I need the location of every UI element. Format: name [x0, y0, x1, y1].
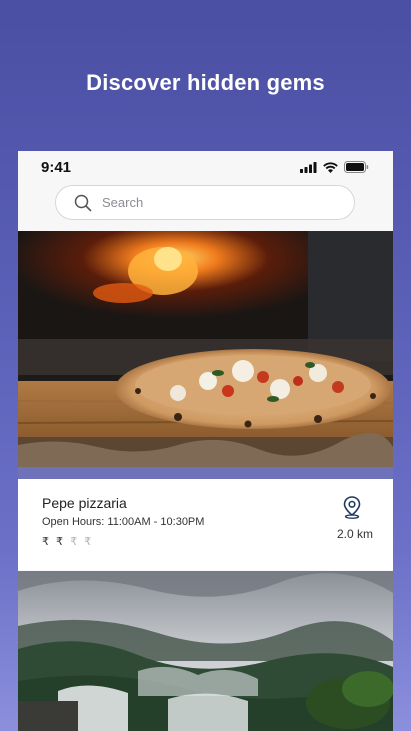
status-time: 9:41 — [41, 159, 72, 176]
location-pin-icon[interactable] — [341, 495, 363, 519]
search-input[interactable] — [100, 194, 334, 211]
price-inactive: ₹ ₹ — [65, 536, 94, 548]
phone-screen: 9:41 Search Pepe pizzaria Open Hours: 11… — [18, 151, 393, 731]
battery-icon — [344, 161, 369, 173]
distance: 2.0 km — [336, 527, 373, 541]
place-name: Pepe pizzaria — [42, 495, 127, 511]
search-bar[interactable] — [55, 185, 355, 220]
place-hours: Open Hours: 11:00AM - 10:30PM — [42, 516, 205, 528]
search-icon — [74, 194, 92, 211]
pizza-photo — [18, 231, 393, 479]
status-bar: 9:41 — [18, 151, 393, 183]
place-card[interactable] — [18, 571, 393, 731]
signal-icon — [300, 161, 317, 173]
wifi-icon — [323, 161, 338, 173]
price-level: ₹ ₹ ₹ ₹ — [42, 535, 93, 548]
status-icons — [300, 161, 369, 173]
promo-title: Discover hidden gems — [86, 70, 325, 95]
price-active: ₹ ₹ — [42, 536, 66, 548]
place-info: Pepe pizzaria Open Hours: 11:00AM - 10:3… — [18, 479, 393, 570]
waterfall-photo — [18, 571, 393, 731]
place-card[interactable]: Pepe pizzaria Open Hours: 11:00AM - 10:3… — [18, 231, 393, 570]
